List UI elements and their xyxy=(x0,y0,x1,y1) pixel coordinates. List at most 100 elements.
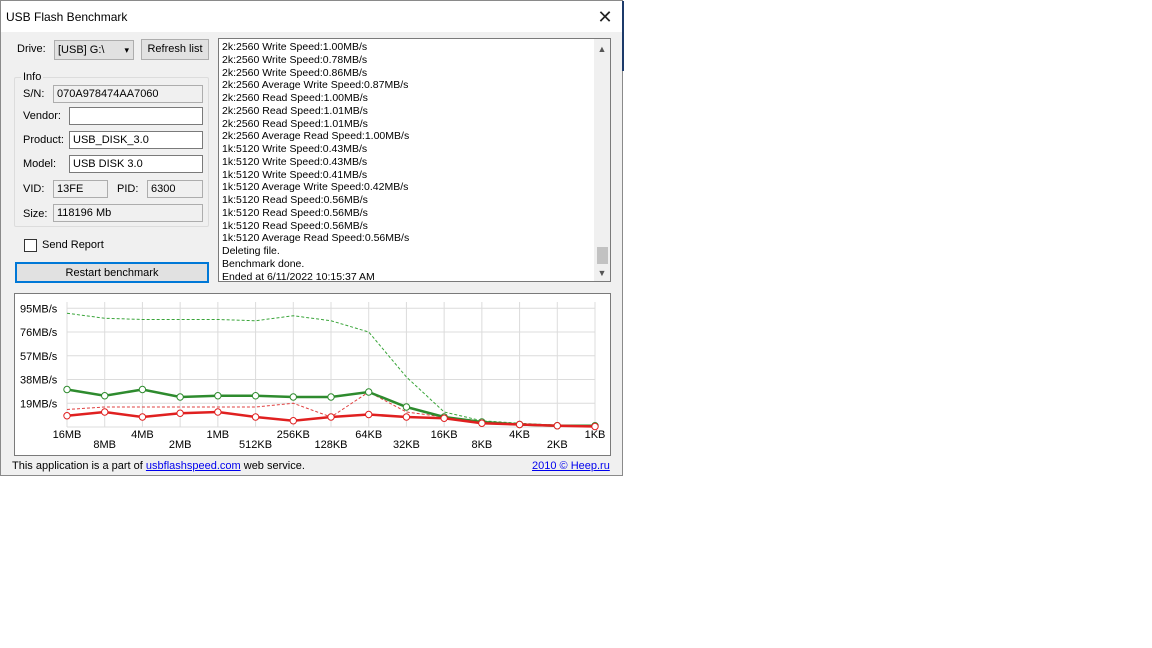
log-line: Benchmark done. xyxy=(222,257,305,270)
write-avg-point xyxy=(365,410,373,419)
vendor-label: Vendor: xyxy=(23,110,61,122)
write-avg-point xyxy=(553,422,561,430)
write-avg-point xyxy=(327,413,335,421)
log-line: 2k:2560 Read Speed:1.01MB/s xyxy=(222,104,368,117)
vendor-field[interactable] xyxy=(69,107,203,125)
log-line: 1k:5120 Average Read Speed:0.56MB/s xyxy=(222,232,410,245)
write-avg-point xyxy=(176,409,184,417)
x-tick-label: 512KB xyxy=(239,439,272,451)
log-line: 2k:2560 Write Speed:1.00MB/s xyxy=(222,41,368,53)
footer-prefix: This application is a part of xyxy=(12,460,146,472)
app-window: USB Flash Benchmark ✕ Drive: [USB] G:\ ▾… xyxy=(0,0,624,476)
refresh-list-button[interactable]: Refresh list xyxy=(141,39,209,60)
y-tick-label: 38MB/s xyxy=(20,375,58,387)
vid-label: VID: xyxy=(23,183,45,195)
write-avg-point xyxy=(402,413,411,421)
drive-select-value: [USB] G:\ xyxy=(58,44,105,56)
read-avg-point xyxy=(214,392,222,400)
read-avg-point xyxy=(63,385,71,394)
send-report-label[interactable]: Send Report xyxy=(42,239,104,251)
footer-suffix: web service. xyxy=(240,460,305,472)
log-line: 1k:5120 Average Write Speed:0.42MB/s xyxy=(222,181,409,194)
read-avg-point xyxy=(327,393,335,401)
x-tick-label: 1KB xyxy=(585,429,606,441)
x-tick-label: 64KB xyxy=(355,429,382,441)
write-avg-point xyxy=(440,414,448,422)
y-tick-label: 95MB/s xyxy=(20,303,58,315)
read-avg-point xyxy=(138,385,147,394)
read-avg-point xyxy=(176,393,184,401)
y-tick-label: 76MB/s xyxy=(20,327,58,339)
restart-benchmark-button[interactable]: Restart benchmark xyxy=(15,262,209,283)
model-label: Model: xyxy=(23,158,57,170)
scroll-down-icon[interactable]: ▼ xyxy=(594,265,610,281)
log-line: Ended at 6/11/2022 10:15:37 AM xyxy=(222,270,375,282)
log-textbox[interactable]: 2k:2560 Write Speed:1.00MB/s 2k:2560 Writ… xyxy=(218,38,611,282)
send-report-checkbox[interactable] xyxy=(24,239,37,252)
write-avg-point xyxy=(591,422,599,431)
log-line: 2k:2560 Read Speed:1.01MB/s xyxy=(222,117,368,130)
x-tick-label: 16KB xyxy=(431,429,458,441)
chevron-down-icon: ▾ xyxy=(124,45,129,55)
x-tick-label: 8MB xyxy=(93,439,116,451)
log-line: 1k:5120 Write Speed:0.43MB/s xyxy=(222,143,368,155)
write-avg-point xyxy=(101,408,109,416)
sn-label: S/N: xyxy=(23,88,45,100)
log-line: 2k:2560 Write Speed:0.78MB/s xyxy=(222,53,368,66)
model-field[interactable]: USB DISK 3.0 xyxy=(69,155,203,173)
log-line: 1k:5120 Write Speed:0.43MB/s xyxy=(222,155,368,168)
close-icon[interactable]: ✕ xyxy=(591,5,619,29)
read-avg-point xyxy=(251,392,260,400)
drive-label: Drive: xyxy=(17,43,46,55)
speed-chart: 95MB/s 76MB/s 57MB/s 38MB/s 19MB/s 16MB 8MB 4MB… xyxy=(14,293,611,456)
scroll-up-icon[interactable]: ▲ xyxy=(594,41,610,57)
write-avg-point xyxy=(251,413,260,421)
write-avg-point xyxy=(289,417,297,425)
product-field[interactable]: USB_DISK_3.0 xyxy=(69,131,203,149)
x-tick-label: 32KB xyxy=(393,439,420,451)
x-tick-label: 2MB xyxy=(169,439,192,451)
log-content: 2k:2560 Write Speed:1.00MB/s 2k:2560 Writ… xyxy=(222,41,410,282)
x-tick-label: 256KB xyxy=(277,429,310,441)
size-label: Size: xyxy=(23,208,48,220)
speed-chart-svg: 95MB/s 76MB/s 57MB/s 38MB/s 19MB/s 16MB 8MB 4MB… xyxy=(20,302,606,451)
footer-text: This application is a part of usbflashsp… xyxy=(12,460,305,472)
log-line: 1k:5120 Read Speed:0.56MB/s xyxy=(222,206,368,219)
log-line: 2k:2560 Read Speed:1.00MB/s xyxy=(222,92,368,104)
log-line: 1k:5120 Read Speed:0.56MB/s xyxy=(222,219,368,232)
log-line: 1k:5120 Read Speed:0.56MB/s xyxy=(222,194,368,206)
drive-select[interactable]: [USB] G:\ ▾ xyxy=(54,40,134,60)
usbflashspeed-link[interactable]: usbflashspeed.com xyxy=(146,460,241,472)
x-tick-label: 2KB xyxy=(547,439,568,451)
x-tick-label: 4MB xyxy=(131,429,154,441)
write-avg-point xyxy=(138,413,147,421)
read-avg-point xyxy=(402,403,411,411)
heep-link[interactable]: 2010 © Heep.ru xyxy=(532,460,610,472)
log-line: 2k:2560 Average Read Speed:1.00MB/s xyxy=(222,130,410,143)
log-line: 1k:5120 Write Speed:0.41MB/s xyxy=(222,168,368,181)
product-label: Product: xyxy=(23,134,64,146)
x-tick-label: 1MB xyxy=(207,429,230,441)
scroll-thumb[interactable] xyxy=(597,247,608,264)
read-avg-point xyxy=(365,388,373,396)
write-avg-point xyxy=(515,420,524,429)
write-avg-point xyxy=(63,412,71,420)
x-tick-label: 4KB xyxy=(509,429,530,441)
log-line: Deleting file. xyxy=(222,245,280,257)
write-avg-point xyxy=(214,408,222,416)
sn-field[interactable]: 070A978474AA7060 xyxy=(53,85,203,103)
title-bar: USB Flash Benchmark ✕ xyxy=(1,1,622,32)
read-avg-point xyxy=(289,393,297,401)
window-title: USB Flash Benchmark xyxy=(6,10,128,24)
log-line: 2k:2560 Average Write Speed:0.87MB/s xyxy=(222,79,409,92)
x-tick-label: 8KB xyxy=(471,439,492,451)
y-tick-label: 19MB/s xyxy=(20,398,58,410)
vid-field[interactable]: 13FE xyxy=(53,180,108,198)
write-avg-point xyxy=(478,419,486,427)
log-scrollbar[interactable]: ▲ ▼ xyxy=(594,39,610,281)
y-tick-label: 57MB/s xyxy=(20,351,58,363)
size-field[interactable]: 118196 Mb xyxy=(53,204,203,222)
info-group-title: Info xyxy=(21,71,44,83)
pid-field[interactable]: 6300 xyxy=(147,180,203,198)
x-tick-label: 128KB xyxy=(314,439,347,451)
